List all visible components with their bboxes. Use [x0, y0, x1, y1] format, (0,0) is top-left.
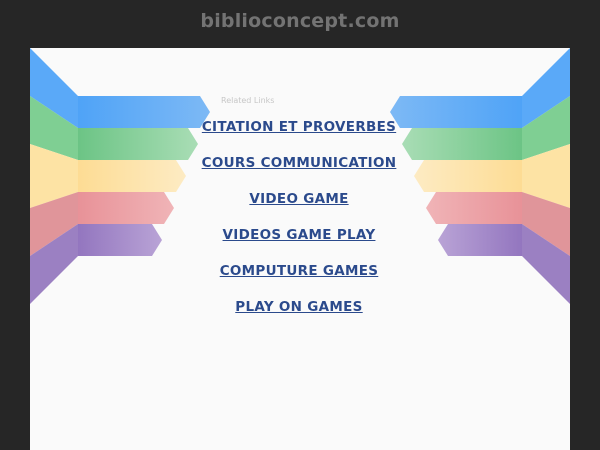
related-link-item: COURS COMMUNICATION — [184, 151, 414, 175]
parked-domain-panel: Related Links CITATION ET PROVERBES COUR… — [30, 48, 570, 450]
domain-title: biblioconcept.com — [200, 10, 400, 32]
related-link-item: VIDEOS GAME PLAY — [184, 223, 414, 247]
link-videos-game-play[interactable]: VIDEOS GAME PLAY — [223, 223, 376, 247]
left-ribbon-purple — [78, 224, 162, 256]
related-link-item: PLAY ON GAMES — [184, 295, 414, 319]
right-edge-strips — [522, 48, 570, 304]
link-computure-games[interactable]: COMPUTURE GAMES — [220, 259, 379, 283]
left-ribbon-green — [78, 128, 198, 160]
left-edge-strips — [30, 48, 78, 304]
link-play-on-games[interactable]: PLAY ON GAMES — [235, 295, 362, 319]
link-cours-communication[interactable]: COURS COMMUNICATION — [202, 151, 397, 175]
right-ribbon-pink — [426, 192, 522, 224]
related-links-list: CITATION ET PROVERBES COURS COMMUNICATIO… — [184, 115, 414, 331]
left-ribbon-yellow — [78, 160, 186, 192]
related-links-heading: Related Links — [221, 96, 275, 105]
right-ribbon-yellow — [414, 160, 522, 192]
related-link-item: COMPUTURE GAMES — [184, 259, 414, 283]
left-ribbon-pink — [78, 192, 174, 224]
right-ribbon-green — [402, 128, 522, 160]
link-citation-et-proverbes[interactable]: CITATION ET PROVERBES — [202, 115, 396, 139]
related-link-item: CITATION ET PROVERBES — [184, 115, 414, 139]
link-video-game[interactable]: VIDEO GAME — [249, 187, 348, 211]
related-link-item: VIDEO GAME — [184, 187, 414, 211]
right-ribbon-purple — [438, 224, 522, 256]
